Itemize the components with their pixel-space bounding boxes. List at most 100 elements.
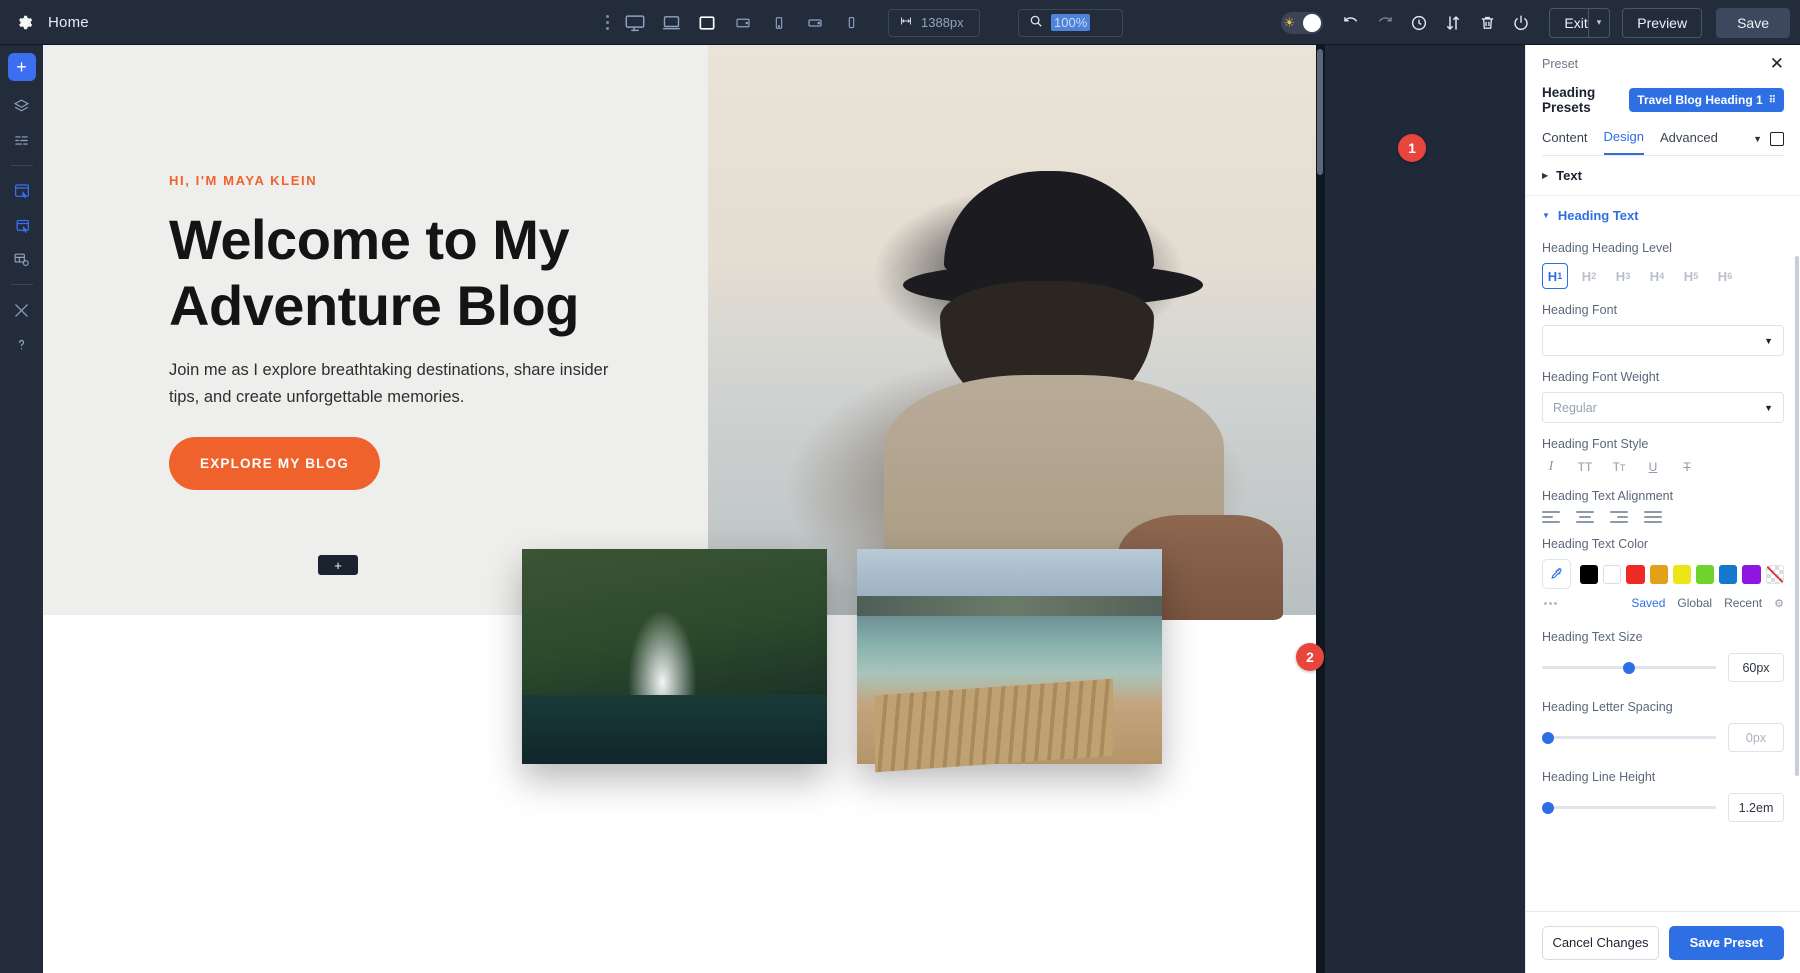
zoom-input[interactable]: 100% bbox=[1018, 8, 1123, 37]
close-icon[interactable]: ✕ bbox=[1770, 55, 1784, 72]
swatch-blue[interactable] bbox=[1719, 564, 1738, 584]
widget-icon[interactable] bbox=[7, 176, 37, 206]
hero-cta-button[interactable]: EXPLORE MY BLOG bbox=[169, 437, 381, 490]
swatch-green[interactable] bbox=[1696, 564, 1715, 584]
add-section-chip[interactable]: + bbox=[318, 555, 358, 575]
redo-icon[interactable] bbox=[1369, 7, 1401, 39]
device-tablet-landscape-button[interactable] bbox=[692, 8, 722, 38]
heading-level-h3[interactable]: H3 bbox=[1610, 263, 1636, 289]
panel-scrollbar[interactable] bbox=[1795, 256, 1799, 776]
gear-icon[interactable]: ⚙ bbox=[1774, 597, 1784, 610]
heading-level-h1[interactable]: H1 bbox=[1542, 263, 1568, 289]
heading-font-weight-label: Heading Font Weight bbox=[1542, 370, 1660, 384]
exit-button[interactable]: Exit ▾ bbox=[1549, 7, 1611, 38]
history-icon[interactable] bbox=[1403, 7, 1435, 39]
swatch-red[interactable] bbox=[1626, 564, 1645, 584]
swatch-yellow[interactable] bbox=[1672, 564, 1692, 584]
gallery-image-waterfall[interactable] bbox=[522, 549, 827, 764]
align-justify-icon[interactable] bbox=[1644, 511, 1662, 523]
save-preset-button[interactable]: Save Preset bbox=[1669, 925, 1784, 960]
slider-knob[interactable] bbox=[1542, 731, 1554, 744]
section-heading-text[interactable]: ▼ Heading Text bbox=[1526, 196, 1800, 227]
gear-icon[interactable] bbox=[0, 14, 48, 31]
heading-line-height-slider[interactable] bbox=[1542, 801, 1716, 814]
hero-subtext[interactable]: Join me as I explore breathtaking destin… bbox=[169, 357, 639, 410]
heading-level-h6[interactable]: H6 bbox=[1712, 263, 1738, 289]
eyedropper-icon[interactable] bbox=[1542, 559, 1571, 589]
toggle-knob bbox=[1303, 13, 1322, 32]
capitalize-icon[interactable]: TT bbox=[1610, 460, 1628, 474]
device-tablet-button[interactable] bbox=[728, 8, 758, 38]
italic-icon[interactable]: I bbox=[1542, 459, 1560, 475]
section-heading-text-label: Heading Text bbox=[1557, 208, 1639, 223]
preset-chip-label: Travel Blog Heading 1 bbox=[1637, 93, 1763, 107]
chevron-down-icon[interactable]: ▾ bbox=[1587, 8, 1610, 37]
more-options-icon[interactable] bbox=[1544, 601, 1557, 605]
save-button[interactable]: Save bbox=[1716, 7, 1790, 38]
canvas-viewport[interactable]: HI, I'M MAYA KLEIN Welcome to My Adventu… bbox=[43, 45, 1325, 973]
slider-knob[interactable] bbox=[1542, 801, 1554, 814]
uppercase-icon[interactable]: TT bbox=[1576, 460, 1594, 474]
device-mobile-button[interactable] bbox=[836, 8, 866, 38]
align-left-icon[interactable] bbox=[1542, 511, 1560, 523]
section-text[interactable]: ▶ Text bbox=[1526, 156, 1800, 196]
strikethrough-icon[interactable]: T bbox=[1678, 460, 1696, 474]
heading-level-h4[interactable]: H4 bbox=[1644, 263, 1670, 289]
tab-advanced[interactable]: Advanced bbox=[1660, 130, 1718, 154]
underline-icon[interactable]: U bbox=[1644, 460, 1662, 474]
hero-heading[interactable]: Welcome to My Adventure Blog bbox=[169, 207, 639, 339]
align-center-icon[interactable] bbox=[1576, 511, 1594, 523]
tools-icon[interactable] bbox=[7, 295, 37, 325]
swatch-white[interactable] bbox=[1603, 564, 1622, 584]
swatch-transparent[interactable] bbox=[1765, 564, 1784, 584]
sort-icon[interactable] bbox=[1437, 7, 1469, 39]
help-icon[interactable] bbox=[7, 329, 37, 359]
hero-eyebrow[interactable]: HI, I'M MAYA KLEIN bbox=[169, 173, 317, 188]
canvas-scrollbar[interactable] bbox=[1316, 45, 1325, 973]
color-tab-recent[interactable]: Recent bbox=[1724, 596, 1762, 610]
device-laptop-button[interactable] bbox=[656, 8, 686, 38]
canvas-width-input[interactable]: 1388px bbox=[888, 8, 980, 37]
template-icon[interactable] bbox=[7, 244, 37, 274]
heading-level-h5[interactable]: H5 bbox=[1678, 263, 1704, 289]
gallery-image-lake-dock[interactable] bbox=[857, 549, 1162, 764]
heading-level-h2[interactable]: H2 bbox=[1576, 263, 1602, 289]
swatch-black[interactable] bbox=[1579, 564, 1599, 584]
heading-line-height-input[interactable]: 1.2em bbox=[1728, 793, 1784, 822]
heading-text-size-input[interactable]: 60px bbox=[1728, 653, 1784, 682]
tab-content[interactable]: Content bbox=[1542, 130, 1588, 154]
heading-letter-spacing-slider[interactable] bbox=[1542, 731, 1716, 744]
add-element-button[interactable]: + bbox=[7, 53, 36, 81]
device-desktop-button[interactable] bbox=[620, 8, 650, 38]
undo-icon[interactable] bbox=[1335, 7, 1367, 39]
theme-toggle[interactable]: ☀ bbox=[1281, 11, 1324, 34]
chevron-down-icon[interactable]: ▼ bbox=[1753, 134, 1762, 144]
device-mobile-wide-button[interactable] bbox=[800, 8, 830, 38]
list-icon[interactable] bbox=[7, 125, 37, 155]
layers-icon[interactable] bbox=[7, 91, 37, 121]
hero-section[interactable]: HI, I'M MAYA KLEIN Welcome to My Adventu… bbox=[43, 45, 1325, 620]
slider-knob[interactable] bbox=[1623, 661, 1635, 674]
align-right-icon[interactable] bbox=[1610, 511, 1628, 523]
breadcrumb-home[interactable]: Home bbox=[48, 14, 89, 31]
heading-font-style-group: I TT TT U T bbox=[1542, 459, 1784, 475]
heading-text-size-slider[interactable] bbox=[1542, 661, 1716, 674]
tab-design[interactable]: Design bbox=[1603, 129, 1645, 155]
preview-button[interactable]: Preview bbox=[1622, 7, 1703, 38]
panel-body[interactable]: ▶ Text ▼ Heading Text Heading Heading Le… bbox=[1526, 156, 1800, 911]
power-icon[interactable] bbox=[1505, 7, 1537, 39]
responsive-square-icon[interactable] bbox=[1770, 131, 1784, 146]
heading-letter-spacing-input[interactable]: 0px bbox=[1728, 723, 1784, 752]
section-icon[interactable] bbox=[7, 210, 37, 240]
heading-font-select[interactable]: ▼ bbox=[1542, 325, 1784, 356]
drag-handle-icon[interactable] bbox=[600, 15, 614, 30]
heading-font-weight-select[interactable]: Regular ▼ bbox=[1542, 392, 1784, 423]
cancel-changes-button[interactable]: Cancel Changes bbox=[1542, 925, 1659, 960]
preset-chip[interactable]: Travel Blog Heading 1 ⠿ bbox=[1629, 88, 1784, 112]
trash-icon[interactable] bbox=[1471, 7, 1503, 39]
swatch-orange[interactable] bbox=[1649, 564, 1668, 584]
color-tab-global[interactable]: Global bbox=[1677, 596, 1712, 610]
swatch-purple[interactable] bbox=[1742, 564, 1761, 584]
color-tab-saved[interactable]: Saved bbox=[1631, 596, 1665, 610]
device-mobile-landscape-button[interactable] bbox=[764, 8, 794, 38]
